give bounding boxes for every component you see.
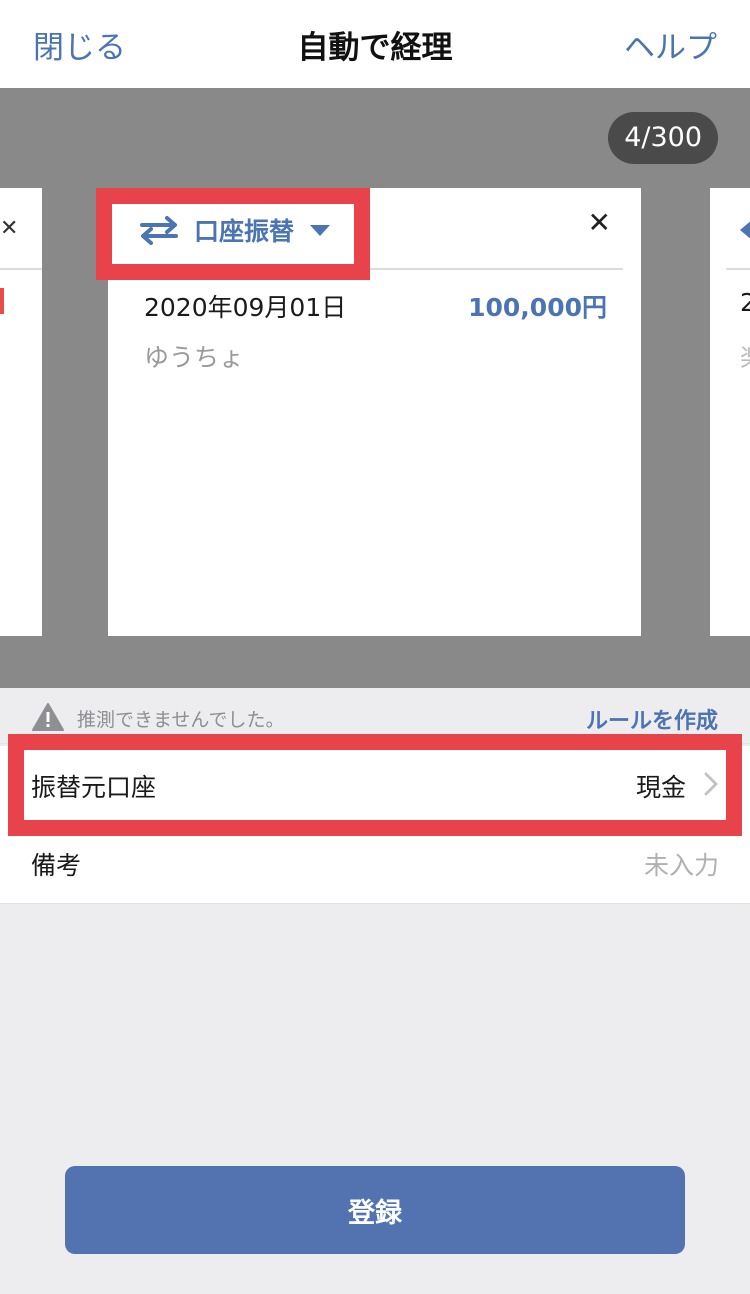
hint-message: 推測できませんでした。 (77, 709, 285, 731)
previous-card[interactable]: ✕ (0, 188, 42, 636)
memo-label: 備考 (31, 851, 82, 880)
transfer-from-value: 現金 (635, 773, 686, 802)
transaction-carousel[interactable]: 4/300 ✕ 口座振替 ✕ 2020年09月01日 100,000円 ゆうちょ… (0, 88, 750, 688)
transaction-date: 2020年09月01日 (144, 293, 347, 322)
transaction-account: ゆうちょ (144, 343, 245, 372)
swap-arrows-icon (140, 216, 178, 245)
transfer-from-label: 振替元口座 (31, 773, 157, 802)
navigation-bar: 閉じる 自動で経理 ヘルプ (0, 0, 750, 88)
warning-icon (32, 703, 64, 731)
previous-card-amount-fragment (0, 288, 4, 314)
transaction-type-label: 口座振替 (194, 217, 295, 246)
next-card[interactable]: 2 楽 (710, 188, 750, 636)
next-card-account: 楽 (740, 338, 750, 374)
torn-edge-decoration (696, 188, 710, 636)
previous-card-divider (0, 268, 42, 270)
chevron-right-icon (704, 772, 718, 796)
card-divider (108, 268, 623, 270)
next-card-divider (726, 268, 750, 270)
chevron-down-icon (310, 224, 331, 236)
transaction-card[interactable]: 口座振替 ✕ 2020年09月01日 100,000円 ゆうちょ (108, 188, 641, 636)
transfer-from-account-row[interactable]: 振替元口座 現金 (0, 746, 750, 826)
card-counter: 4/300 (608, 112, 718, 164)
memo-row[interactable]: 備考 未入力 (0, 824, 750, 904)
close-icon[interactable]: ✕ (588, 206, 611, 239)
prediction-hint: 推測できませんでした。 ルールを作成 (0, 688, 750, 744)
transaction-amount: 100,000円 (468, 293, 607, 322)
torn-edge-decoration (42, 188, 56, 636)
next-card-date: 2 (740, 288, 750, 317)
torn-edge-decoration (641, 188, 655, 636)
create-rule-link[interactable]: ルールを作成 (586, 703, 718, 735)
next-card-type-icon (740, 220, 750, 240)
transaction-type-selector[interactable]: 口座振替 (138, 210, 331, 250)
help-button[interactable]: ヘルプ (624, 22, 717, 67)
torn-edge-decoration (94, 188, 108, 636)
previous-card-close-icon: ✕ (0, 216, 19, 241)
register-button[interactable]: 登録 (65, 1166, 685, 1254)
memo-placeholder: 未入力 (643, 851, 719, 880)
